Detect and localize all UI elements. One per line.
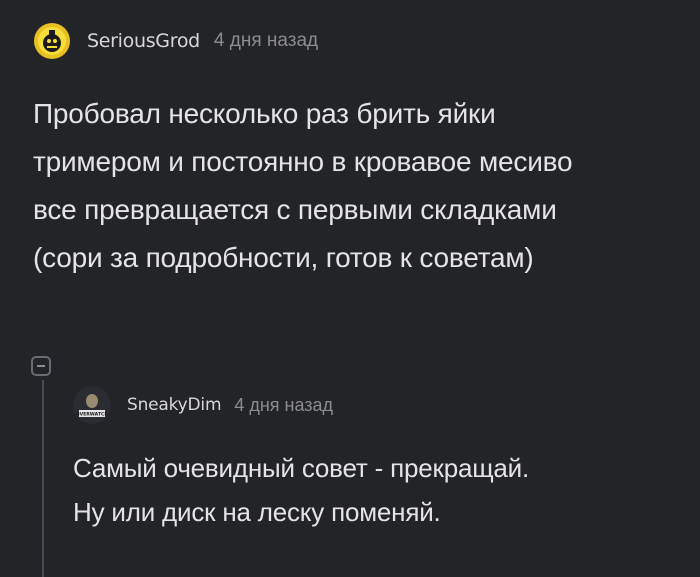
thread-line[interactable] — [42, 380, 44, 577]
comment-author[interactable]: SeriousGrod — [87, 30, 200, 52]
comment-header: SeriousGrod 4 дня назад — [33, 22, 683, 60]
collapse-thread-button[interactable] — [31, 356, 51, 376]
reply-header: OVERWATCH SneakyDim 4 дня назад — [73, 386, 683, 424]
comment-line: все превращается с первыми складками — [33, 194, 557, 225]
serious-sam-bomb-icon — [34, 23, 70, 59]
reply-avatar[interactable]: OVERWATCH — [73, 386, 111, 424]
reply-text: Самый очевидный совет - прекращай. Ну ил… — [73, 446, 683, 534]
reply-timestamp[interactable]: 4 дня назад — [234, 395, 333, 416]
avatar-caption: OVERWATCH — [76, 412, 109, 418]
comment-line: Пробовал несколько раз брить яйки — [33, 98, 496, 129]
reply-comment: OVERWATCH SneakyDim 4 дня назад Самый оч… — [73, 386, 683, 534]
reply-line: Самый очевидный совет - прекращай. — [73, 453, 530, 483]
character-avatar-icon: OVERWATCH — [73, 386, 111, 424]
reply-line: Ну или диск на леску поменяй. — [73, 497, 441, 527]
comment-line: тримером и постоянно в кровавое месиво — [33, 146, 573, 177]
comment: SeriousGrod 4 дня назад Пробовал несколь… — [33, 22, 683, 282]
comment-line: (сори за подробности, готов к советам) — [33, 242, 534, 273]
avatar[interactable] — [33, 22, 71, 60]
comment-text: Пробовал несколько раз брить яйки тример… — [33, 90, 683, 282]
reply-author[interactable]: SneakyDim — [127, 395, 222, 415]
minus-icon — [37, 365, 45, 367]
comment-timestamp[interactable]: 4 дня назад — [214, 30, 318, 52]
